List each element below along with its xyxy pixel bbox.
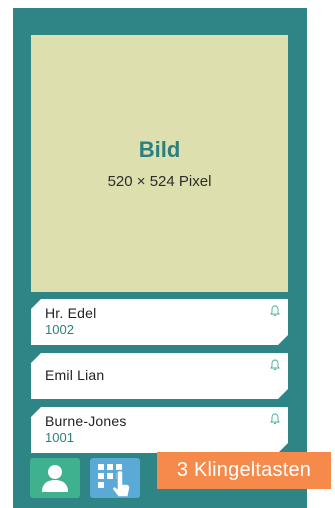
annotation-callout: 3 Klingeltasten <box>157 452 331 489</box>
image-placeholder: Bild 520 × 524 Pixel <box>31 35 288 292</box>
bell-icon <box>270 359 280 371</box>
bell-button-1[interactable]: Hr. Edel 1002 <box>31 299 288 345</box>
bell-button-name: Burne-Jones <box>45 413 127 429</box>
bell-button-2[interactable]: Emil Lian <box>31 353 288 399</box>
bell-icon <box>270 413 280 425</box>
intercom-screen: Bild 520 × 524 Pixel Hr. Edel 1002 Emil … <box>13 8 307 508</box>
bell-icon <box>270 305 280 317</box>
keypad-button[interactable] <box>90 458 140 498</box>
bell-button-number: 1001 <box>45 430 74 445</box>
bell-button-name: Emil Lian <box>45 367 105 383</box>
image-placeholder-size: 520 × 524 Pixel <box>107 173 212 190</box>
bell-button-3[interactable]: Burne-Jones 1001 <box>31 407 288 453</box>
image-placeholder-title: Bild <box>138 137 181 162</box>
bell-button-name: Hr. Edel <box>45 305 97 321</box>
bell-button-number: 1002 <box>45 322 74 337</box>
contacts-button[interactable] <box>30 458 80 498</box>
keypad-touch-icon <box>98 464 131 498</box>
person-icon <box>42 465 68 492</box>
